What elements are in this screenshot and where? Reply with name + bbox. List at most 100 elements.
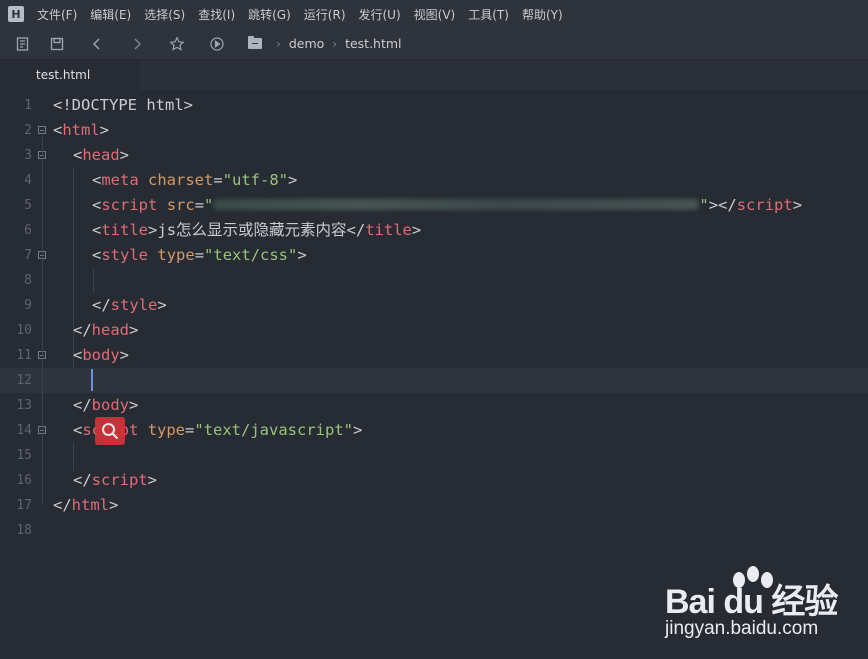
- forward-icon[interactable]: [122, 29, 152, 59]
- punct: =: [185, 421, 195, 439]
- chevron-right-icon: ›: [332, 36, 338, 51]
- toolbar: › demo › test.html: [0, 28, 868, 60]
- star-icon[interactable]: [162, 29, 192, 59]
- menu-tools[interactable]: 工具(T): [468, 6, 509, 23]
- code-line: 9 </style>: [0, 293, 868, 318]
- line-number: 18: [16, 523, 32, 538]
- code-line: 4 <meta charset="utf-8">: [0, 168, 868, 193]
- menu-view[interactable]: 视图(V): [414, 6, 456, 23]
- title-text: js怎么显示或隐藏元素内容: [157, 221, 347, 239]
- punct: >: [99, 121, 110, 139]
- tag-name: script: [91, 471, 148, 489]
- search-icon[interactable]: [95, 417, 125, 445]
- line-number: 5: [24, 198, 32, 213]
- punct: </: [73, 471, 92, 489]
- attr-name: type: [147, 421, 186, 439]
- code-text: <script src=" "></script>: [92, 193, 802, 218]
- punct: =: [194, 246, 205, 264]
- punct: ></: [708, 196, 737, 214]
- fold-toggle-icon[interactable]: [38, 126, 46, 134]
- menu-publish[interactable]: 发行(U): [359, 6, 401, 23]
- text-cursor: [91, 369, 93, 391]
- tag-name: title: [101, 221, 149, 239]
- attr-name: charset: [148, 171, 214, 189]
- attr-name: src: [166, 196, 195, 214]
- punct: >: [129, 396, 139, 414]
- punct: >: [147, 471, 158, 489]
- line-number: 1: [24, 98, 32, 113]
- attr-value: "text/javascript": [194, 421, 353, 439]
- code-line: 5 <script src=" "></script>: [0, 193, 868, 218]
- line-number: 10: [16, 323, 32, 338]
- tag-name: script: [736, 196, 793, 214]
- punct: >: [119, 146, 130, 164]
- menu-find[interactable]: 查找(I): [198, 6, 235, 23]
- punct: >: [411, 221, 422, 239]
- tag-name: script: [101, 196, 158, 214]
- menu-select[interactable]: 选择(S): [144, 6, 185, 23]
- new-file-icon[interactable]: [8, 29, 38, 59]
- chevron-right-icon: ›: [276, 36, 281, 51]
- code-line: 16 </script>: [0, 468, 868, 493]
- line-number: 11: [16, 348, 32, 363]
- run-icon[interactable]: [202, 29, 232, 59]
- save-icon[interactable]: [42, 29, 72, 59]
- baidu-watermark: Bai du 经验 jingyan.baidu.com: [665, 566, 865, 646]
- code-text: </script>: [73, 468, 157, 493]
- breadcrumb-file[interactable]: test.html: [345, 36, 401, 51]
- punct: <: [73, 346, 83, 364]
- punct: </: [73, 396, 92, 414]
- code-line: 6 <title>js怎么显示或隐藏元素内容</title>: [0, 218, 868, 243]
- code-line: 17 </html>: [0, 493, 868, 518]
- code-line: 18: [0, 518, 868, 543]
- blurred-url: [213, 198, 700, 210]
- breadcrumb-folder[interactable]: demo: [289, 36, 324, 51]
- menu-bar: H 文件(F) 编辑(E) 选择(S) 查找(I) 跳转(G) 运行(R) 发行…: [0, 0, 868, 28]
- punct: =: [213, 171, 223, 189]
- tag-name: body: [82, 346, 120, 364]
- code-text: </style>: [92, 293, 167, 318]
- tab-bar: test.html: [0, 60, 868, 90]
- line-number: 14: [16, 423, 32, 438]
- watermark-brand: Bai du 经验: [665, 583, 838, 621]
- tag-name: style: [101, 246, 149, 264]
- attr-value: ": [699, 196, 709, 214]
- punct: <: [92, 196, 102, 214]
- tag-name: body: [91, 396, 129, 414]
- punct: >: [157, 296, 167, 314]
- line-number: 15: [16, 448, 32, 463]
- back-icon[interactable]: [82, 29, 112, 59]
- code-text: <body>: [73, 343, 129, 368]
- tag-name: style: [110, 296, 158, 314]
- code-line-current: 12: [0, 368, 868, 393]
- punct: <: [73, 421, 83, 439]
- tab-test-html[interactable]: test.html: [0, 60, 140, 90]
- menu-goto[interactable]: 跳转(G): [248, 6, 291, 23]
- code-text: <!DOCTYPE html>: [53, 96, 193, 114]
- folder-icon: [248, 36, 262, 49]
- menu-run[interactable]: 运行(R): [304, 6, 346, 23]
- punct: =: [194, 196, 205, 214]
- line-number: 2: [24, 123, 32, 138]
- code-line: 3 <head>: [0, 143, 868, 168]
- code-text: </head>: [73, 318, 138, 343]
- menu-edit[interactable]: 编辑(E): [90, 6, 131, 23]
- punct: </: [92, 296, 111, 314]
- tag-name: head: [91, 321, 129, 339]
- line-number: 13: [16, 398, 32, 413]
- line-number: 8: [24, 273, 32, 288]
- attr-value: "text/css": [204, 246, 298, 264]
- tag-name: head: [82, 146, 120, 164]
- menu-help[interactable]: 帮助(Y): [522, 6, 563, 23]
- fold-guide: [42, 136, 43, 504]
- code-text: <style type="text/css">: [92, 243, 307, 268]
- punct: <: [92, 246, 102, 264]
- code-text: </body>: [73, 393, 138, 418]
- code-text: <head>: [73, 143, 129, 168]
- punct: </: [346, 221, 366, 239]
- code-line: 11 <body>: [0, 343, 868, 368]
- tag-name: title: [365, 221, 412, 239]
- punct: >: [148, 221, 158, 239]
- app-logo-icon: H: [8, 6, 24, 22]
- menu-file[interactable]: 文件(F): [37, 6, 77, 23]
